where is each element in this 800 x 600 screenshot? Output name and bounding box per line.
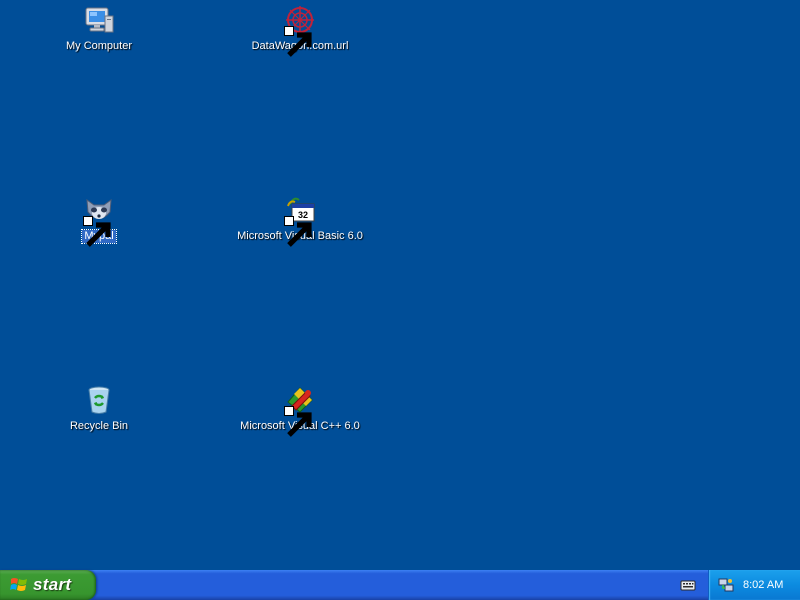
shortcut-arrow-icon — [83, 216, 111, 247]
my-computer-icon — [83, 4, 115, 36]
internet-shortcut-icon — [284, 4, 316, 57]
start-label: start — [33, 575, 72, 594]
taskbar[interactable]: start 8:02 AM — [0, 570, 800, 600]
windows-flag-icon — [10, 576, 28, 594]
system-tray: 8:02 AM — [708, 570, 800, 600]
shortcut-arrow-icon — [284, 26, 312, 57]
desktop-icon-recycle-bin[interactable]: Recycle Bin — [24, 384, 174, 433]
network-icon[interactable] — [718, 577, 734, 593]
desktop-icon-visual-basic[interactable]: 32 Microsoft Visual Basic 6.0 — [225, 194, 375, 247]
desktop-icon-my-computer[interactable]: My Computer — [24, 4, 174, 53]
desktop-icon-visual-cpp[interactable]: Microsoft Visual C++ 6.0 — [225, 384, 375, 437]
desktop-icon-label: My Computer — [65, 40, 133, 52]
desktop[interactable]: My Computer DataWagon.com.url Mypal 32 M… — [0, 0, 800, 600]
shortcut-arrow-icon — [284, 406, 312, 437]
desktop-icon-label: Recycle Bin — [69, 420, 129, 432]
clock[interactable]: 8:02 AM — [743, 579, 783, 591]
start-button[interactable]: start — [0, 570, 96, 600]
keyboard-icon[interactable] — [680, 577, 696, 593]
desktop-icon-datawagon[interactable]: DataWagon.com.url — [225, 4, 375, 57]
mypal-icon — [83, 194, 115, 247]
visual-basic-icon: 32 — [284, 194, 316, 247]
desktop-icon-mypal[interactable]: Mypal — [24, 194, 174, 247]
visual-cpp-icon — [284, 384, 316, 437]
shortcut-arrow-icon — [284, 216, 312, 247]
recycle-bin-icon — [83, 384, 115, 416]
